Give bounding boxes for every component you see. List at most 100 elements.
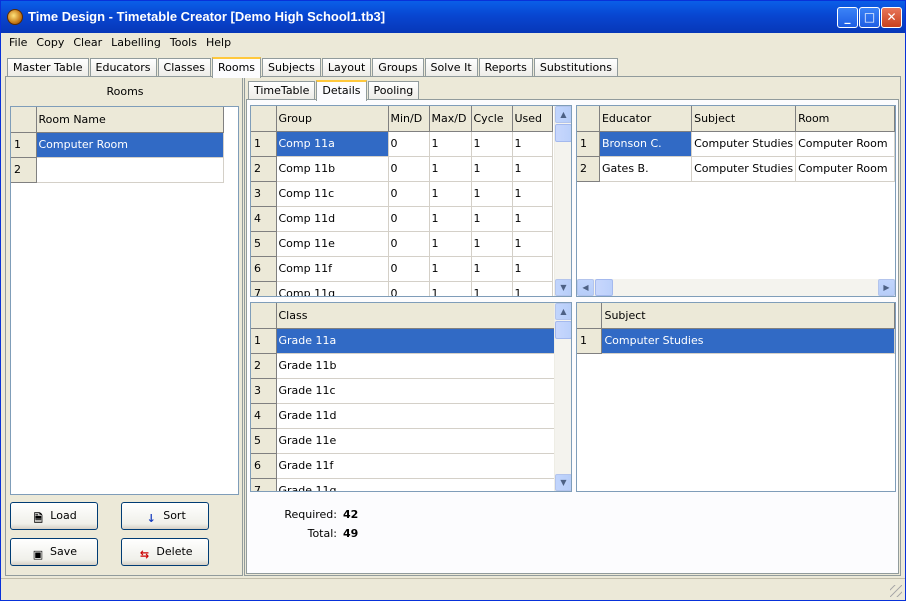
room-header[interactable]: Room xyxy=(795,106,895,132)
class-header[interactable]: Class xyxy=(276,303,555,329)
min-cell[interactable]: 0 xyxy=(388,281,430,296)
table-row[interactable]: 2 Grade 11b xyxy=(251,353,555,379)
tab-classes[interactable]: Classes xyxy=(157,58,211,77)
used-cell[interactable]: 1 xyxy=(512,231,553,257)
tab-groups[interactable]: Groups xyxy=(372,58,424,77)
table-row[interactable]: 1 Computer Studies xyxy=(577,328,895,354)
max-cell[interactable]: 1 xyxy=(429,231,472,257)
delete-button[interactable]: ⇆ Delete xyxy=(121,538,209,566)
scroll-down-icon[interactable]: ▼ xyxy=(555,279,571,296)
max-cell[interactable]: 1 xyxy=(429,156,472,182)
resize-grip-icon[interactable] xyxy=(890,585,902,597)
room-name-header[interactable]: Room Name xyxy=(36,107,224,133)
scroll-thumb[interactable] xyxy=(555,321,571,339)
max-per-day-header[interactable]: Max/D xyxy=(429,106,472,132)
min-cell[interactable]: 0 xyxy=(388,206,430,232)
tab-substitutions[interactable]: Substitutions xyxy=(533,58,618,77)
class-grid[interactable]: Class 1 Grade 11a 2 Grade 11b 3 Grade 11c 4… xyxy=(250,302,572,492)
used-cell[interactable]: 1 xyxy=(512,281,553,296)
close-button[interactable]: ✕ xyxy=(881,7,902,28)
cycle-cell[interactable]: 1 xyxy=(471,131,513,157)
table-row[interactable]: 2 Comp 11b 0 1 1 1 xyxy=(251,156,553,182)
min-cell[interactable]: 0 xyxy=(388,131,430,157)
class-cell[interactable]: Grade 11a xyxy=(276,328,555,354)
room-name-cell[interactable] xyxy=(36,157,224,183)
subject-cell[interactable]: Computer Studies xyxy=(691,131,797,157)
used-cell[interactable]: 1 xyxy=(512,256,553,282)
class-cell[interactable]: Grade 11f xyxy=(276,453,555,479)
tab-rooms[interactable]: Rooms xyxy=(211,57,262,78)
max-cell[interactable]: 1 xyxy=(429,206,472,232)
table-row[interactable]: 1 Computer Room xyxy=(11,132,224,158)
tab-reports[interactable]: Reports xyxy=(478,58,533,77)
table-row[interactable]: 6 Grade 11f xyxy=(251,453,555,479)
used-cell[interactable]: 1 xyxy=(512,206,553,232)
scroll-thumb[interactable] xyxy=(555,124,571,142)
group-cell[interactable]: Comp 11c xyxy=(276,181,389,207)
class-cell[interactable]: Grade 11g xyxy=(276,478,555,491)
min-cell[interactable]: 0 xyxy=(388,156,430,182)
groups-vertical-scrollbar[interactable]: ▲ ▼ xyxy=(554,106,571,296)
used-cell[interactable]: 1 xyxy=(512,131,553,157)
menu-labelling[interactable]: Labelling xyxy=(105,34,164,49)
table-row[interactable]: 2 xyxy=(11,157,224,183)
maximize-button[interactable]: □ xyxy=(859,7,880,28)
table-row[interactable]: 4 Grade 11d xyxy=(251,403,555,429)
menu-help[interactable]: Help xyxy=(200,34,234,49)
group-cell[interactable]: Comp 11e xyxy=(276,231,389,257)
cycle-cell[interactable]: 1 xyxy=(471,206,513,232)
group-cell[interactable]: Comp 11d xyxy=(276,206,389,232)
table-row[interactable]: 1 Bronson C. Computer Studies Computer Room xyxy=(577,131,895,157)
subject-cell[interactable]: Computer Studies xyxy=(601,328,895,354)
table-row[interactable]: 6 Comp 11f 0 1 1 1 xyxy=(251,256,553,282)
scroll-down-icon[interactable]: ▼ xyxy=(555,474,571,491)
table-row[interactable]: 3 Grade 11c xyxy=(251,378,555,404)
scroll-up-icon[interactable]: ▲ xyxy=(555,303,571,320)
minimize-button[interactable]: _ xyxy=(837,7,858,28)
scroll-up-icon[interactable]: ▲ xyxy=(555,106,571,123)
subject-grid[interactable]: Subject 1 Computer Studies xyxy=(576,302,896,492)
table-row[interactable]: 5 Comp 11e 0 1 1 1 xyxy=(251,231,553,257)
scroll-thumb[interactable] xyxy=(595,279,613,296)
subject-header[interactable]: Subject xyxy=(691,106,797,132)
class-cell[interactable]: Grade 11e xyxy=(276,428,555,454)
max-cell[interactable]: 1 xyxy=(429,131,472,157)
min-cell[interactable]: 0 xyxy=(388,231,430,257)
min-per-day-header[interactable]: Min/D xyxy=(388,106,430,132)
table-row[interactable]: 7 Comp 11g 0 1 1 1 xyxy=(251,281,553,296)
rooms-grid[interactable]: Room Name 1 Computer Room 2 xyxy=(10,106,239,495)
room-name-cell[interactable]: Computer Room xyxy=(36,132,224,158)
scroll-left-icon[interactable]: ◀ xyxy=(577,279,594,296)
class-cell[interactable]: Grade 11d xyxy=(276,403,555,429)
class-cell[interactable]: Grade 11c xyxy=(276,378,555,404)
tab-layout[interactable]: Layout xyxy=(321,58,372,77)
educators-horizontal-scrollbar[interactable]: ◀ ▶ xyxy=(577,279,895,296)
educators-grid[interactable]: Educator Subject Room 1 Bronson C. Compute… xyxy=(576,105,896,297)
table-row[interactable]: 1 Grade 11a xyxy=(251,328,555,354)
tab-details[interactable]: Details xyxy=(316,80,367,101)
menu-copy[interactable]: Copy xyxy=(30,34,67,49)
cycle-cell[interactable]: 1 xyxy=(471,181,513,207)
cycle-cell[interactable]: 1 xyxy=(471,231,513,257)
group-cell[interactable]: Comp 11b xyxy=(276,156,389,182)
used-header[interactable]: Used xyxy=(512,106,553,132)
scroll-right-icon[interactable]: ▶ xyxy=(878,279,895,296)
group-cell[interactable]: Comp 11g xyxy=(276,281,389,296)
used-cell[interactable]: 1 xyxy=(512,181,553,207)
tab-pooling[interactable]: Pooling xyxy=(367,81,420,100)
educator-cell[interactable]: Gates B. xyxy=(599,156,693,182)
max-cell[interactable]: 1 xyxy=(429,281,472,296)
educator-cell[interactable]: Bronson C. xyxy=(599,131,693,157)
subject-cell[interactable]: Computer Studies xyxy=(691,156,797,182)
table-row[interactable]: 2 Gates B. Computer Studies Computer Room xyxy=(577,156,895,182)
cycle-header[interactable]: Cycle xyxy=(471,106,513,132)
min-cell[interactable]: 0 xyxy=(388,181,430,207)
save-button[interactable]: ▣ Save xyxy=(10,538,98,566)
menu-clear[interactable]: Clear xyxy=(67,34,105,49)
menu-file[interactable]: File xyxy=(3,34,30,49)
tab-solve-it[interactable]: Solve It xyxy=(424,58,478,77)
group-cell[interactable]: Comp 11f xyxy=(276,256,389,282)
subject-header[interactable]: Subject xyxy=(601,303,895,329)
class-cell[interactable]: Grade 11b xyxy=(276,353,555,379)
table-row[interactable]: 3 Comp 11c 0 1 1 1 xyxy=(251,181,553,207)
